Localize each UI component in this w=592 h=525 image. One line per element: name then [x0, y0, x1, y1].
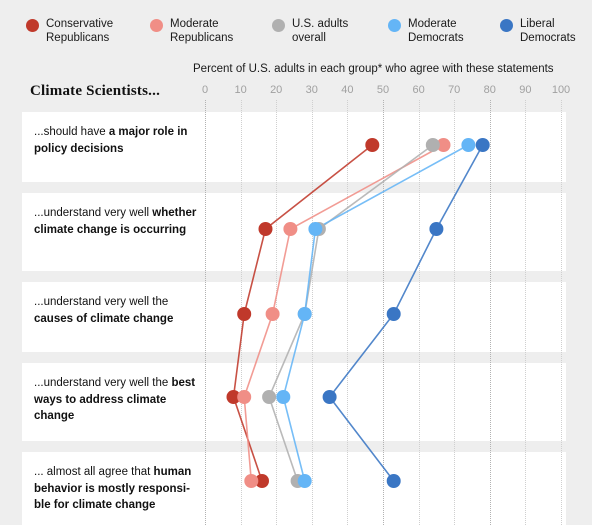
data-point-s4-r3[interactable] — [322, 390, 337, 404]
data-point-s3-r4[interactable] — [297, 474, 312, 488]
data-point-s4-r2[interactable] — [386, 307, 401, 321]
legend-item-us-adults-overall[interactable]: U.S. adults overall — [272, 17, 348, 45]
legend-swatch-liberal-democrats-icon — [500, 19, 513, 32]
data-point-s4-r4[interactable] — [386, 474, 401, 488]
legend-item-liberal-democrats[interactable]: Liberal Democrats — [500, 17, 576, 45]
data-point-s0-r0[interactable] — [365, 138, 380, 152]
data-point-s4-r1[interactable] — [429, 222, 444, 236]
legend-label: Conservative Republicans — [46, 18, 114, 44]
data-point-s2-r3[interactable] — [262, 390, 277, 404]
data-point-s1-r4[interactable] — [244, 474, 259, 488]
data-point-s3-r0[interactable] — [461, 138, 476, 152]
legend-swatch-conservative-republicans-icon — [26, 19, 39, 32]
data-point-s0-r2[interactable] — [237, 307, 252, 321]
legend-item-conservative-republicans[interactable]: Conservative Republicans — [26, 17, 113, 45]
data-point-s1-r3[interactable] — [237, 390, 252, 404]
legend-item-moderate-republicans[interactable]: Moderate Republicans — [150, 17, 233, 45]
x-tick-40: 40 — [341, 84, 354, 96]
x-tick-60: 60 — [412, 84, 425, 96]
data-point-s4-r0[interactable] — [475, 138, 490, 152]
legend: Conservative Republicans Moderate Republi… — [0, 0, 592, 58]
legend-label: Moderate Republicans — [170, 18, 234, 44]
x-tick-30: 30 — [305, 84, 318, 96]
x-tick-50: 50 — [376, 84, 390, 96]
data-point-s0-r1[interactable] — [258, 222, 273, 236]
legend-swatch-moderate-democrats-icon — [388, 19, 401, 32]
data-point-s3-r2[interactable] — [297, 307, 312, 321]
x-tick-20: 20 — [270, 84, 283, 96]
x-tick-0: 0 — [201, 84, 209, 96]
x-tick-90: 90 — [519, 84, 532, 96]
x-tick-10: 10 — [234, 84, 247, 96]
legend-swatch-moderate-republicans-icon — [150, 19, 163, 32]
x-axis-tick-labels: 0 10 20 30 40 50 60 70 80 90 100 — [0, 84, 592, 100]
data-point-s1-r1[interactable] — [283, 222, 298, 236]
data-point-s3-r3[interactable] — [276, 390, 291, 404]
legend-label: U.S. adults overall — [292, 18, 349, 44]
legend-item-moderate-democrats[interactable]: Moderate Democrats — [388, 17, 464, 45]
legend-label: Moderate Democrats — [408, 18, 464, 44]
plot-area: ... almost all agree that human behavior… — [0, 100, 592, 525]
data-point-s3-r1[interactable] — [308, 222, 323, 236]
series-lines-and-dots — [226, 138, 490, 488]
data-point-s2-r0[interactable] — [425, 138, 440, 152]
legend-label: Liberal Democrats — [520, 18, 576, 44]
x-tick-70: 70 — [448, 84, 461, 96]
x-tick-100: 100 — [551, 84, 571, 96]
data-point-s1-r2[interactable] — [265, 307, 280, 321]
legend-swatch-us-adults-overall-icon — [272, 19, 285, 32]
x-tick-80: 80 — [483, 84, 496, 96]
axis-title: Percent of U.S. adults in each group* wh… — [193, 63, 554, 75]
